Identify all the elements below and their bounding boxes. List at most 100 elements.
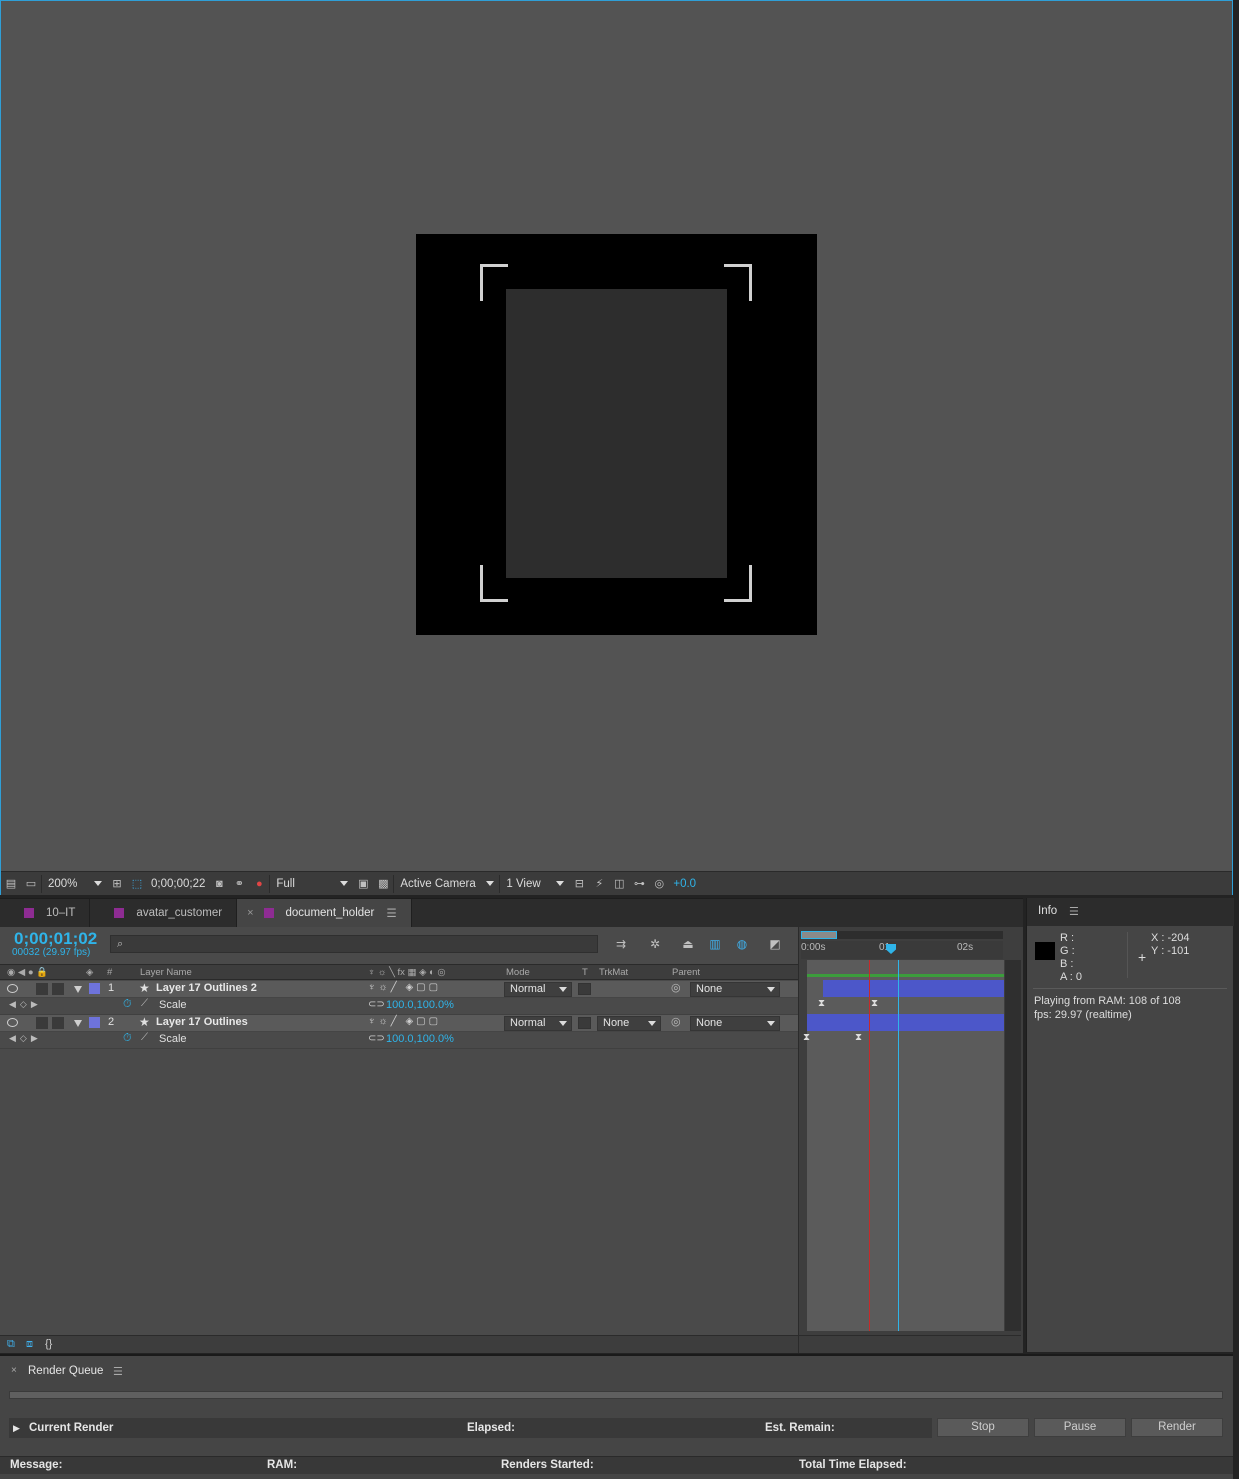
graph-editor-icon[interactable]: ◩ [766,937,784,953]
keyframe-icon[interactable]: ⧗ [871,998,878,1009]
pick-whip-icon[interactable]: ◎ [671,981,681,994]
grid-guide-icon[interactable]: ⊞ [107,874,127,894]
resolution-dropdown[interactable]: Full [269,874,353,893]
close-icon[interactable]: × [11,1365,17,1376]
show-snapshot-icon[interactable]: ⚭ [229,874,249,894]
keyframe-navigator-icon[interactable]: ◀◇▶ [9,999,42,1010]
flowchart-icon[interactable]: ⊶ [629,874,649,894]
region-of-interest-icon[interactable]: ▣ [353,874,373,894]
graph-icon[interactable]: ⟋ [141,1032,148,1043]
constrain-proportions-icon[interactable]: ⊂⊃ [368,999,385,1010]
property-row[interactable]: ◀◇▶ ⏱ ⟋ Scale ⊂⊃ 100.0,100.0% [0,998,798,1015]
blend-mode-dropdown[interactable]: Normal [504,982,572,997]
parent-dropdown[interactable]: None [690,982,780,997]
snapshot-camera-icon[interactable]: ◙ [209,874,229,894]
info-tab[interactable]: Info ☰ [1027,898,1234,926]
tab-10-it[interactable]: 10–IT [0,899,91,927]
audio-toggle[interactable] [36,1017,48,1029]
eye-icon[interactable] [7,984,18,993]
composition-viewer[interactable]: ▤ ▭ 200% ⊞ ⬚ 0;00;00;22 ◙ ⚭ ● Full ▣ ▩ A… [0,0,1233,895]
tab-avatar-customer[interactable]: avatar_customer [90,899,238,927]
layer-name-column[interactable]: Layer Name [140,967,192,978]
layer-bars-area[interactable]: ⧗ ⧗ ⧗ ⧗ [803,960,1004,1331]
eye-icon[interactable] [7,1018,18,1027]
render-button[interactable]: Render [1131,1418,1223,1437]
transparency-grid-icon[interactable]: ▩ [373,874,393,894]
camera-dropdown[interactable]: Active Camera [393,874,499,893]
shy-layers-icon[interactable]: ⏏ [679,937,697,953]
layer-label-color[interactable] [89,983,100,994]
zoom-dropdown[interactable]: 200% [41,874,107,893]
toggle-pixel-aspect-icon[interactable]: ⊟ [569,874,589,894]
keyframe-icon[interactable]: ⧗ [855,1032,862,1043]
current-time-code[interactable]: 0;00;01;02 [14,929,97,949]
layer-switches-toggle-icon[interactable]: ⧉ [7,1338,15,1351]
property-value[interactable]: 100.0,100.0% [386,1033,454,1045]
transfer-controls-toggle-icon[interactable]: ⧈ [26,1338,33,1351]
frame-blending-icon[interactable]: ▥ [706,937,724,953]
layer-name[interactable]: Layer 17 Outlines 2 [156,982,257,994]
parent-dropdown[interactable]: None [690,1016,780,1031]
monitor-icon[interactable]: ▭ [21,874,41,894]
close-icon[interactable]: × [247,907,253,919]
layer-switches[interactable]: ♆☼╱ ◈▢▢ [368,982,441,993]
vertical-scrollbar[interactable] [1005,960,1021,1331]
stopwatch-icon[interactable]: ⏱ [123,998,132,1011]
graph-icon[interactable]: ⟋ [141,998,148,1009]
stopwatch-icon[interactable]: ⏱ [123,1032,132,1045]
fast-preview-icon[interactable]: ⚡ [589,874,609,894]
property-value[interactable]: 100.0,100.0% [386,999,454,1011]
keyframe-navigator-icon[interactable]: ◀◇▶ [9,1033,42,1044]
tab-document-holder[interactable]: × document_holder ☰ [237,899,412,927]
view-layout-dropdown[interactable]: 1 View [499,874,569,893]
preserve-transparency-toggle[interactable] [578,1017,591,1029]
track-matte-dropdown[interactable]: None [597,1016,661,1031]
keyframe-icon[interactable]: ⧗ [818,998,825,1009]
time-navigator-handle[interactable] [801,931,837,939]
current-render-row[interactable]: ▶ Current Render Elapsed: Est. Remain: [9,1418,932,1438]
draft-3d-icon[interactable]: ✲ [646,937,664,953]
work-area-bar[interactable] [807,974,1004,977]
expand-triangle-icon[interactable] [74,1020,82,1027]
motion-blur-icon[interactable]: ◍ [733,937,751,953]
audio-toggle[interactable] [36,983,48,995]
panel-menu-icon[interactable]: ☰ [386,906,396,920]
pick-whip-icon[interactable]: ◎ [671,1015,681,1028]
layer-row[interactable]: 2 ★ Layer 17 Outlines ♆☼╱ ◈▢▢ Normal Non… [0,1015,798,1032]
composition-mini-flowchart-icon[interactable]: ⇉ [612,937,630,953]
timeline-graph-pane[interactable]: 0:00s 01s 02s ⧗ ⧗ ⧗ ⧗ [798,927,1023,1353]
panel-menu-icon[interactable]: ☰ [1069,905,1079,918]
layer-row[interactable]: 1 ★ Layer 17 Outlines 2 ♆☼╱ ◈▢▢ Normal ◎… [0,981,798,998]
layer-search-input[interactable]: ⌕ [110,935,598,953]
preserve-transparency-toggle[interactable] [578,983,591,995]
expand-triangle-icon[interactable] [74,986,82,993]
expand-triangle-icon[interactable]: ▶ [13,1423,20,1434]
always-preview-icon[interactable]: ▤ [1,874,21,894]
reset-exposure-icon[interactable]: ◎ [649,874,669,894]
stop-button[interactable]: Stop [937,1418,1029,1437]
render-queue-tab[interactable]: × Render Queue ☰ [0,1356,1233,1384]
current-time-display[interactable]: 0;00;00;22 [147,878,209,890]
timeline-icon[interactable]: ◫ [609,874,629,894]
in-out-toggle-icon[interactable]: {} [45,1338,52,1350]
time-ruler[interactable]: 0:00s 01s 02s [801,941,1003,959]
panel-menu-icon[interactable]: ☰ [113,1365,123,1378]
time-navigator[interactable] [801,931,1003,939]
blend-mode-dropdown[interactable]: Normal [504,1016,572,1031]
solo-toggle[interactable] [52,983,64,995]
layer-name[interactable]: Layer 17 Outlines [156,1016,248,1028]
exposure-value[interactable]: +0.0 [669,878,700,890]
mask-visibility-icon[interactable]: ⬚ [127,874,147,894]
property-row[interactable]: ◀◇▶ ⏱ ⟋ Scale ⊂⊃ 100.0,100.0% [0,1032,798,1049]
color-channels-icon[interactable]: ● [249,874,269,894]
layer-duration-bar[interactable] [823,980,1004,997]
layer-label-color[interactable] [89,1017,100,1028]
pause-button[interactable]: Pause [1034,1418,1126,1437]
zoom-slider[interactable] [799,1335,1021,1353]
constrain-proportions-icon[interactable]: ⊂⊃ [368,1033,385,1044]
layer-switches[interactable]: ♆☼╱ ◈▢▢ [368,1016,441,1027]
layer-duration-bar[interactable] [807,1014,1004,1031]
solo-toggle[interactable] [52,1017,64,1029]
keyframe-icon[interactable]: ⧗ [803,1032,810,1043]
current-time-indicator[interactable] [898,960,899,1331]
